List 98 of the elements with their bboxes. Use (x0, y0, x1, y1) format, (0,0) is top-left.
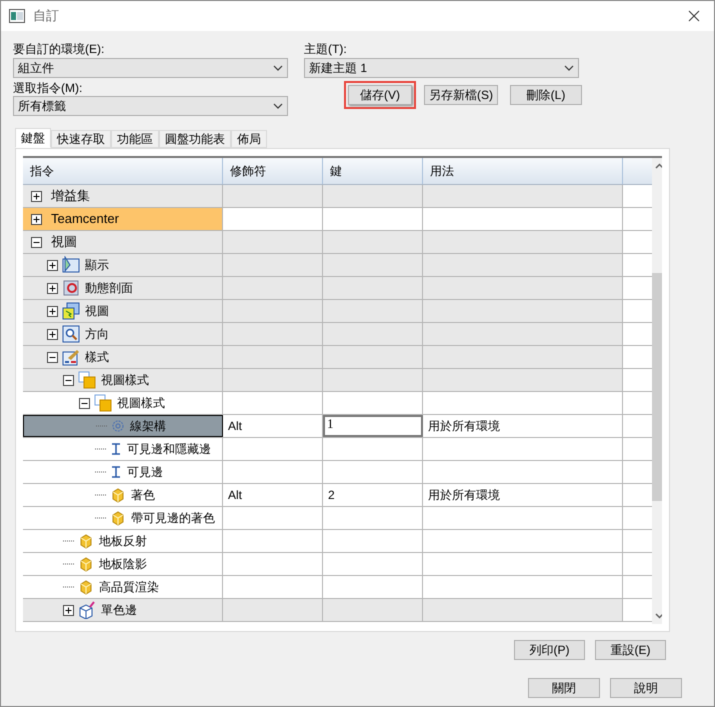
window-icon (9, 9, 25, 23)
cube-icon (110, 510, 126, 526)
cube-icon (78, 579, 94, 595)
command-label: 單色邊 (101, 602, 137, 619)
expand-icon[interactable] (47, 306, 58, 316)
section-view-icon (62, 279, 80, 297)
cube-icon (110, 487, 126, 503)
command-label: 可見邊 (127, 464, 163, 481)
theme-button[interactable]: 另存新檔(S) (424, 85, 498, 105)
tree-cell[interactable]: 視圖 (23, 300, 223, 322)
expand-icon[interactable] (31, 190, 42, 202)
cube-icon (78, 556, 94, 572)
tree-cell[interactable]: 視圖樣式 (23, 369, 223, 391)
edge-icon (110, 465, 122, 479)
environment-dropdown[interactable]: 組立件 (13, 58, 288, 78)
tree-line-icon (95, 517, 106, 519)
tree-cell[interactable]: 樣式 (23, 346, 223, 368)
chevron-down-icon (273, 103, 283, 109)
tree-cell[interactable]: 視圖 (23, 231, 223, 253)
field-label: 主題(T): (304, 41, 348, 58)
selected-tree-cell[interactable]: 線架構 (23, 415, 223, 437)
collapse-icon[interactable] (31, 236, 42, 248)
command-label: 方向 (85, 326, 109, 343)
command-label: 樣式 (85, 349, 109, 366)
expand-icon[interactable] (63, 604, 74, 616)
theme-button[interactable]: 儲存(V) (348, 85, 412, 105)
tree-line-icon (63, 540, 74, 542)
tree-cell[interactable]: 顯示 (23, 254, 223, 276)
command-label: 地板反射 (99, 533, 147, 550)
command-label: 著色 (131, 487, 155, 504)
tab[interactable]: 快速存取 (51, 130, 111, 148)
scrollbar-thumb[interactable] (652, 273, 662, 501)
expand-icon[interactable] (31, 214, 42, 224)
field-label: 要自訂的環境(E): (13, 41, 106, 58)
cube-icon (78, 533, 94, 549)
squares-icon (78, 371, 96, 389)
tree-line-icon (96, 425, 107, 427)
collapse-icon[interactable] (79, 398, 90, 408)
column-header[interactable]: 修飾符 (223, 158, 323, 184)
tree-line-icon (95, 471, 106, 473)
command-label: 帶可見邊的著色 (131, 510, 215, 527)
command-label: 視圖樣式 (101, 372, 149, 389)
table-button[interactable]: 列印(P) (514, 640, 585, 660)
collapse-icon[interactable] (63, 374, 74, 386)
command-label: 增益集 (51, 187, 90, 206)
window-title: 自訂 (33, 7, 59, 26)
close-icon[interactable] (688, 10, 700, 22)
command-label: 地板陰影 (99, 556, 147, 573)
tree-cell[interactable]: 方向 (23, 323, 223, 345)
collapse-icon[interactable] (47, 352, 58, 362)
command-label: 可見邊和隱藏邊 (127, 441, 211, 458)
command-label: 顯示 (85, 257, 109, 274)
chevron-down-icon (564, 65, 574, 71)
tab[interactable]: 圓盤功能表 (159, 130, 231, 148)
scrollbar[interactable] (652, 158, 662, 624)
wire-cube-icon (78, 601, 96, 619)
scroll-down-icon[interactable] (654, 613, 662, 619)
field-label: 選取指令(M): (13, 80, 84, 96)
command-label: Teamcenter (51, 210, 119, 228)
magnifier-icon (62, 325, 80, 343)
tab[interactable]: 功能區 (111, 130, 159, 148)
column-header[interactable]: 鍵 (323, 158, 423, 184)
dialog-button[interactable]: 關閉 (528, 678, 600, 698)
key-input-field[interactable]: 1 (323, 415, 423, 437)
command-label: 動態剖面 (85, 280, 133, 297)
expand-icon[interactable] (47, 260, 58, 270)
expand-icon[interactable] (47, 282, 58, 294)
wireframe-icon (111, 419, 125, 433)
command-label: 線架構 (130, 418, 166, 435)
tree-cell[interactable]: 單色邊 (23, 599, 223, 621)
tree-cell[interactable]: 增益集 (23, 185, 223, 207)
edge-icon (110, 442, 122, 456)
command-label: 視圖 (85, 303, 109, 320)
tab[interactable]: 鍵盤 (15, 128, 51, 148)
table-button[interactable]: 重設(E) (595, 640, 666, 660)
windows-icon (62, 302, 80, 320)
scroll-up-icon[interactable] (654, 163, 662, 169)
tree-cell[interactable]: 動態剖面 (23, 277, 223, 299)
expand-icon[interactable] (47, 328, 58, 340)
column-header[interactable]: 用法 (423, 158, 623, 184)
brush-icon (62, 348, 80, 366)
command-label: 高品質渲染 (99, 579, 159, 596)
tree-line-icon (63, 586, 74, 588)
theme-button[interactable]: 刪除(L) (510, 85, 582, 105)
tree-line-icon (95, 494, 106, 496)
tree-line-icon (95, 448, 106, 450)
chevron-down-icon (273, 65, 283, 71)
tree-cell[interactable]: Teamcenter (23, 208, 223, 230)
command-filter-dropdown[interactable]: 所有標籤 (13, 96, 288, 116)
squares-icon (94, 394, 112, 412)
command-label: 視圖樣式 (117, 395, 165, 412)
theme-dropdown[interactable]: 新建主題 1 (304, 58, 579, 78)
command-label: 視圖 (51, 233, 77, 252)
tree-line-icon (63, 563, 74, 565)
dialog-button[interactable]: 說明 (610, 678, 682, 698)
tab[interactable]: 佈局 (231, 130, 267, 148)
panel-icon (62, 256, 80, 274)
column-header[interactable]: 指令 (23, 158, 223, 184)
